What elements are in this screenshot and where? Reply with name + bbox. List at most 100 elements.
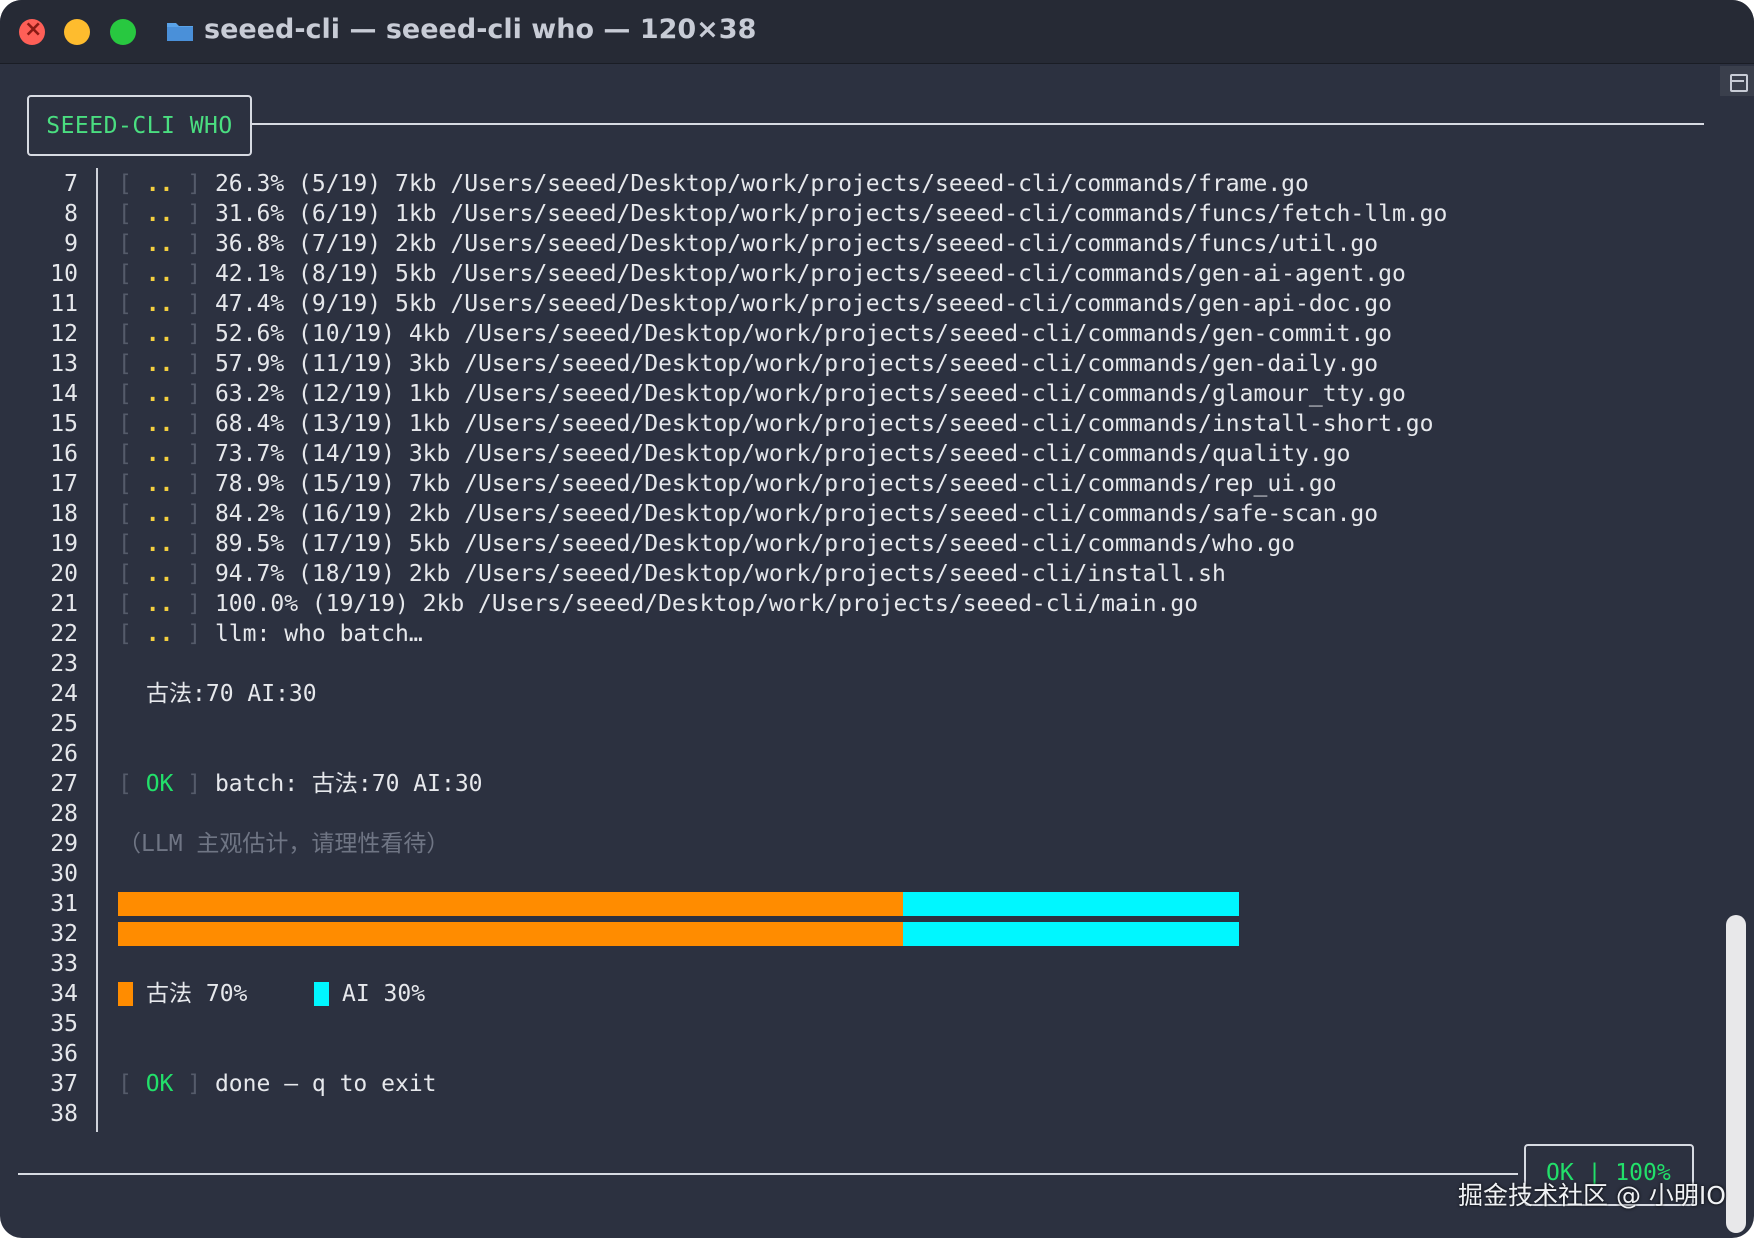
line-content: 古法:70 AI:30 <box>146 679 317 709</box>
line-number: 10 <box>50 261 78 287</box>
terminal-line: 24 古法:70 AI:30 <box>0 679 1700 709</box>
status-tag: .. <box>145 441 174 467</box>
bracket-close: ] <box>173 291 215 317</box>
bracket-open: [ <box>118 561 146 587</box>
line-number: 24 <box>50 681 78 707</box>
bracket-close: ] <box>173 621 215 647</box>
line-text: 73.7% (14/19) 3kb /Users/seeed/Desktop/w… <box>214 441 1351 467</box>
terminal-line: 29 （LLM 主观估计，请理性看待） <box>0 829 1700 859</box>
line-number: 36 <box>50 1041 78 1067</box>
line-content: [ .. ] 73.7% (14/19) 3kb /Users/seeed/De… <box>118 439 1350 469</box>
line-content: [ .. ] 94.7% (18/19) 2kb /Users/seeed/De… <box>118 559 1226 589</box>
line-text: 100.0% (19/19) 2kb /Users/seeed/Desktop/… <box>214 591 1199 617</box>
minimize-window-button[interactable] <box>64 19 90 45</box>
line-content: [ .. ] 36.8% (7/19) 2kb /Users/seeed/Des… <box>118 229 1378 259</box>
disclaimer-note: （LLM 主观估计，请理性看待） <box>118 831 450 857</box>
line-number: 38 <box>50 1101 78 1127</box>
status-tag: .. <box>145 411 174 437</box>
line-content: [ OK ] done — q to exit <box>118 1069 437 1099</box>
status-tag: .. <box>145 291 174 317</box>
terminal-line: 22 [ .. ] llm: who batch… <box>0 619 1700 649</box>
legend-swatch <box>314 982 329 1006</box>
line-number: 18 <box>50 501 78 527</box>
line-text: 36.8% (7/19) 2kb /Users/seeed/Desktop/wo… <box>214 231 1379 257</box>
ratio-bar-segment-gufa <box>118 892 903 916</box>
status-tag: .. <box>145 351 174 377</box>
line-number: 16 <box>50 441 78 467</box>
ratio-bar-segment-gufa <box>118 922 903 946</box>
line-number: 7 <box>64 171 78 197</box>
status-tag: .. <box>145 171 174 197</box>
line-content: [ .. ] 63.2% (12/19) 1kb /Users/seeed/De… <box>118 379 1406 409</box>
line-number: 20 <box>50 561 78 587</box>
terminal-line: 13 [ .. ] 57.9% (11/19) 3kb /Users/seeed/… <box>0 349 1700 379</box>
legend-swatch <box>118 982 133 1006</box>
bracket-close: ] <box>173 471 215 497</box>
line-number: 32 <box>50 921 78 947</box>
line-text: 63.2% (12/19) 1kb /Users/seeed/Desktop/w… <box>214 381 1406 407</box>
line-content: [ .. ] 84.2% (16/19) 2kb /Users/seeed/De… <box>118 499 1378 529</box>
line-content: [ .. ] 78.9% (15/19) 7kb /Users/seeed/De… <box>118 469 1337 499</box>
bracket-close: ] <box>173 351 215 377</box>
line-text: 31.6% (6/19) 1kb /Users/seeed/Desktop/wo… <box>214 201 1448 227</box>
terminal-line: 7 [ .. ] 26.3% (5/19) 7kb /Users/seeed/De… <box>0 169 1700 199</box>
legend-label: AI 30% <box>342 981 426 1007</box>
line-number: 19 <box>50 531 78 557</box>
bracket-open: [ <box>118 1071 146 1097</box>
ratio-bar-segment-ai <box>903 922 1239 946</box>
terminal-line: 14 [ .. ] 63.2% (12/19) 1kb /Users/seeed/… <box>0 379 1700 409</box>
bracket-open: [ <box>118 621 146 647</box>
line-content: [ .. ] 52.6% (10/19) 4kb /Users/seeed/De… <box>118 319 1392 349</box>
bracket-open: [ <box>118 321 146 347</box>
bracket-close: ] <box>173 531 215 557</box>
bracket-close: ] <box>173 381 215 407</box>
line-number: 17 <box>50 471 78 497</box>
line-number: 13 <box>50 351 78 377</box>
bracket-open: [ <box>118 771 146 797</box>
line-content: （LLM 主观估计，请理性看待） <box>118 829 449 859</box>
header-box: SEEED-CLI WHO <box>27 95 252 156</box>
line-number: 33 <box>50 951 78 977</box>
bracket-open: [ <box>118 351 146 377</box>
line-content: [ .. ] llm: who batch… <box>118 619 423 649</box>
line-content: [ .. ] 31.6% (6/19) 1kb /Users/seeed/Des… <box>118 199 1447 229</box>
terminal-line: 27 [ OK ] batch: 古法:70 AI:30 <box>0 769 1700 799</box>
bracket-open: [ <box>118 231 146 257</box>
zoom-window-button[interactable] <box>110 19 136 45</box>
status-tag: .. <box>145 621 174 647</box>
window-title: seeed-cli — seeed-cli who — 120×38 <box>204 14 757 45</box>
header-rule <box>250 123 1704 125</box>
line-content: [ .. ] 42.1% (8/19) 5kb /Users/seeed/Des… <box>118 259 1406 289</box>
close-window-button[interactable] <box>19 17 45 45</box>
bracket-open: [ <box>118 261 146 287</box>
terminal-line: 12 [ .. ] 52.6% (10/19) 4kb /Users/seeed/… <box>0 319 1700 349</box>
line-number: 8 <box>64 201 78 227</box>
terminal-line: 10 [ .. ] 42.1% (8/19) 5kb /Users/seeed/D… <box>0 259 1700 289</box>
bracket-open: [ <box>118 381 146 407</box>
bracket-open: [ <box>118 171 146 197</box>
line-content: [ .. ] 68.4% (13/19) 1kb /Users/seeed/De… <box>118 409 1434 439</box>
line-number: 12 <box>50 321 78 347</box>
line-text: 47.4% (9/19) 5kb /Users/seeed/Desktop/wo… <box>214 291 1392 317</box>
bracket-open: [ <box>118 591 146 617</box>
bracket-open: [ <box>118 471 146 497</box>
bracket-close: ] <box>173 591 215 617</box>
line-text: 26.3% (5/19) 7kb /Users/seeed/Desktop/wo… <box>214 171 1309 197</box>
terminal-line: 15 [ .. ] 68.4% (13/19) 1kb /Users/seeed/… <box>0 409 1700 439</box>
sidebar-toggle-icon[interactable] <box>1720 66 1754 96</box>
line-text: 57.9% (11/19) 3kb /Users/seeed/Desktop/w… <box>214 351 1379 377</box>
ratio-bar <box>118 922 1239 946</box>
bracket-open: [ <box>118 501 146 527</box>
line-number: 11 <box>50 291 78 317</box>
bracket-close: ] <box>173 231 215 257</box>
line-text: 78.9% (15/19) 7kb /Users/seeed/Desktop/w… <box>214 471 1337 497</box>
bracket-open: [ <box>118 411 146 437</box>
vertical-scrollbar[interactable] <box>1726 915 1746 1233</box>
line-number: 9 <box>64 231 78 257</box>
header-title: SEEED-CLI WHO <box>46 112 233 139</box>
line-number: 31 <box>50 891 78 917</box>
terminal-line: 9 [ .. ] 36.8% (7/19) 2kb /Users/seeed/De… <box>0 229 1700 259</box>
line-number: 37 <box>50 1071 78 1097</box>
line-number: 28 <box>50 801 78 827</box>
bracket-open: [ <box>118 291 146 317</box>
